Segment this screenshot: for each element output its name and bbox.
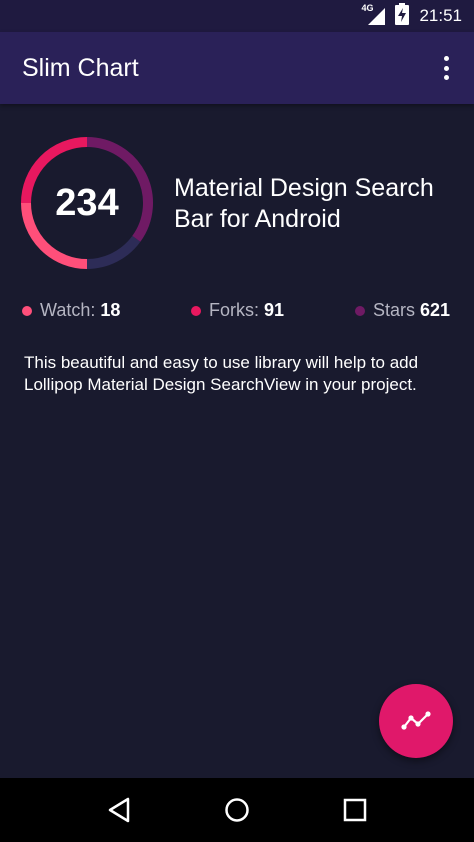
stat-forks-value: 91 <box>264 300 285 320</box>
app-bar: Slim Chart <box>0 32 474 104</box>
stat-watch-label: Watch: <box>40 300 96 320</box>
stat-watch-value: 18 <box>100 300 121 320</box>
status-icons: 4G <box>361 2 410 30</box>
forks-dot <box>191 305 201 316</box>
overflow-menu-icon[interactable] <box>436 56 456 80</box>
watch-dot <box>22 305 32 316</box>
stat-forks-label: Forks: <box>209 300 260 320</box>
navigation-bar <box>0 778 474 842</box>
stars-dot <box>355 305 365 316</box>
stat-stars-label: Stars <box>373 300 416 320</box>
battery-charging-icon <box>395 2 410 30</box>
trending-chart-icon <box>401 711 431 730</box>
app-title: Slim Chart <box>22 53 139 82</box>
stat-stars: Stars 621 <box>355 300 450 321</box>
fab-chart-button[interactable] <box>379 684 453 758</box>
stat-forks: Forks: 91 <box>191 300 284 321</box>
donut-chart: 234 <box>20 136 154 270</box>
recents-icon[interactable] <box>335 790 375 830</box>
status-time: 21:51 <box>419 6 462 25</box>
signal-icon: 4G <box>361 3 387 26</box>
repo-title: Material Design Search Bar for Android <box>174 174 434 233</box>
chart-value: 234 <box>55 181 119 224</box>
stat-stars-value: 621 <box>420 300 451 320</box>
back-icon[interactable] <box>99 790 139 830</box>
home-icon[interactable] <box>217 790 257 830</box>
network-type-label: 4G <box>361 3 374 13</box>
status-bar: 4G 21:51 <box>0 0 474 32</box>
repo-description: This beautiful and easy to use library w… <box>24 353 419 394</box>
stat-watch: Watch: 18 <box>22 300 120 321</box>
